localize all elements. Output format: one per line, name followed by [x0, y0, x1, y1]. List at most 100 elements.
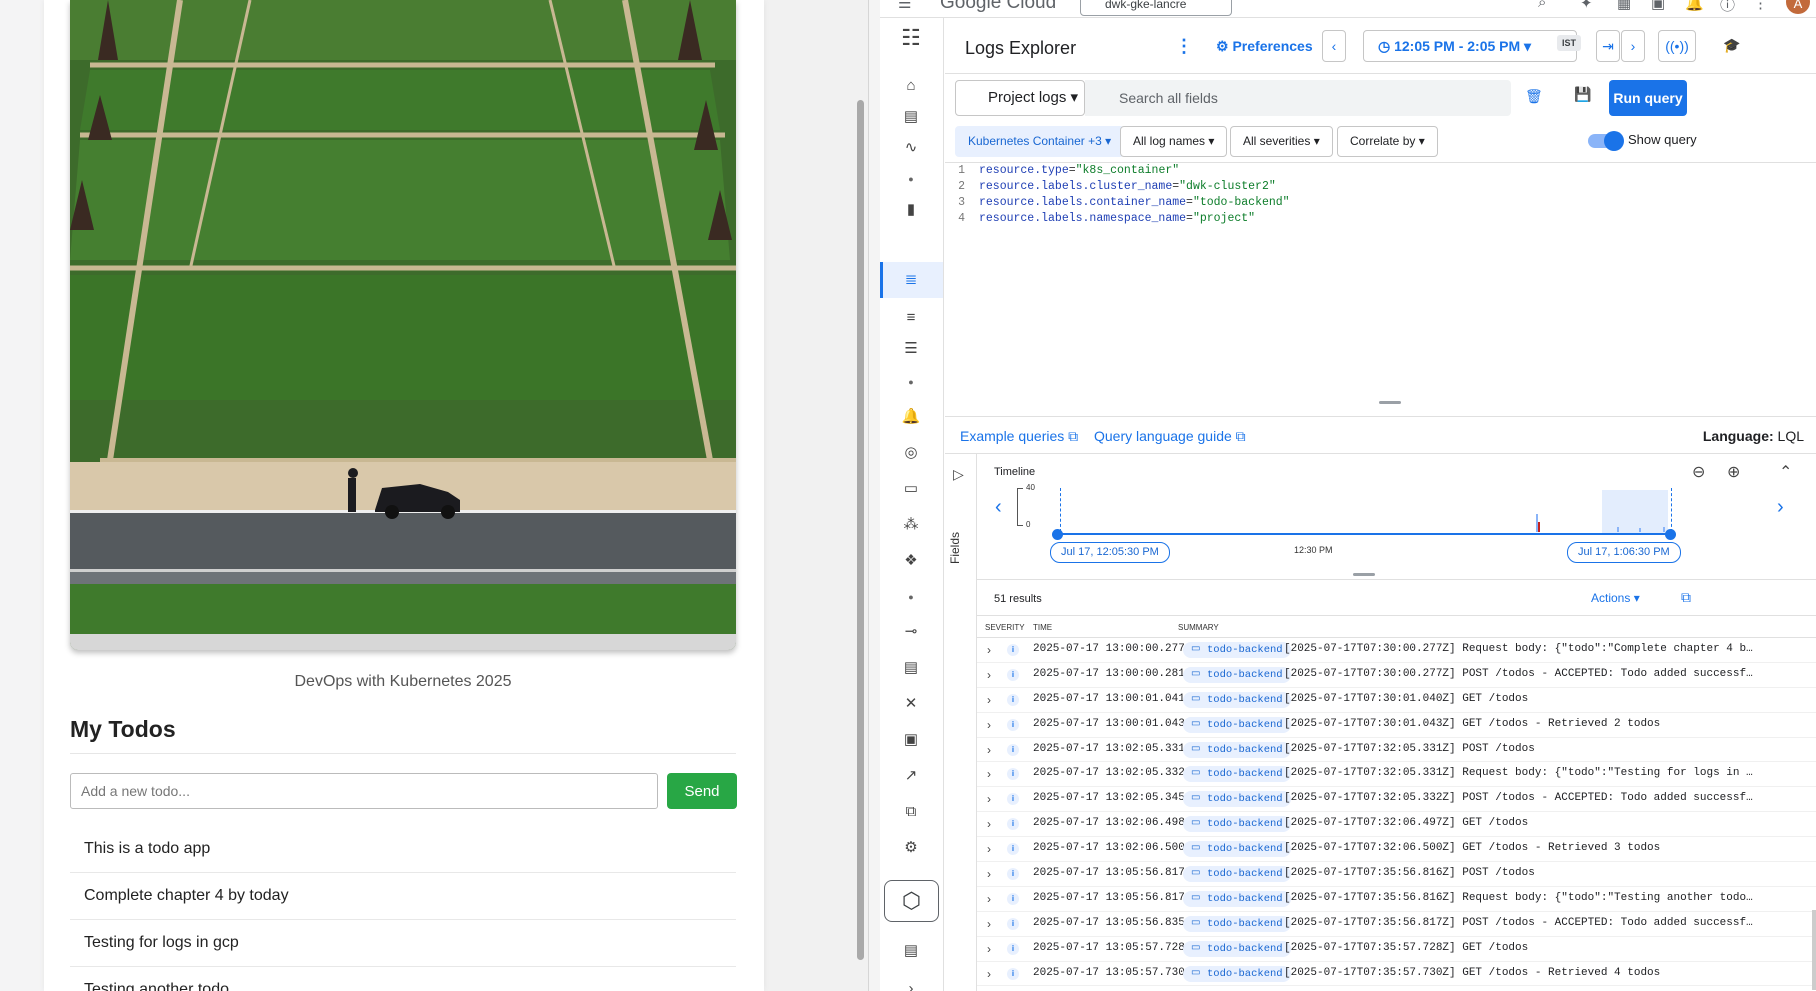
log-row[interactable]: › i 2025-07-17 13:00:01.043todo-backend[20…	[977, 713, 1816, 738]
account-avatar[interactable]: A	[1786, 0, 1810, 14]
expand-row-icon[interactable]: ›	[987, 693, 991, 707]
expand-row-icon[interactable]: ›	[987, 842, 991, 856]
notes-icon[interactable]: ▣	[896, 726, 926, 754]
collapse-timeline-icon[interactable]: ⌃	[1779, 462, 1792, 482]
toggle-switch[interactable]	[1588, 130, 1624, 151]
menu-icon[interactable]: ☰	[898, 0, 911, 12]
log-analytics-icon[interactable]: ≡	[896, 304, 926, 332]
alerting-icon[interactable]: 🔔	[896, 403, 926, 431]
expand-panel-icon[interactable]: ▷	[953, 466, 964, 483]
correlate-by-chip[interactable]: Correlate by ▾	[1337, 126, 1438, 157]
log-row[interactable]: › i 2025-07-17 13:00:00.277todo-backend[20…	[977, 638, 1816, 663]
log-row[interactable]: › i 2025-07-17 13:05:56.817todo-backend[20…	[977, 862, 1816, 887]
topology-icon[interactable]: ⁂	[896, 511, 926, 539]
expand-row-icon[interactable]: ›	[987, 792, 991, 806]
expand-row-icon[interactable]: ›	[987, 892, 991, 906]
new-todo-input[interactable]	[70, 773, 658, 809]
resource-chip[interactable]: todo-backend	[1183, 791, 1291, 808]
severity-column-header[interactable]: SEVERITY	[985, 623, 1025, 632]
log-row[interactable]: › i 2025-07-17 13:00:00.281todo-backend[20…	[977, 663, 1816, 688]
log-row[interactable]: › i 2025-07-17 13:02:05.332todo-backend[20…	[977, 762, 1816, 788]
notifications-icon[interactable]: 🔔	[1685, 0, 1704, 12]
time-column-header[interactable]: TIME	[1033, 623, 1052, 632]
expand-row-icon[interactable]: ›	[987, 967, 991, 981]
settings-icon[interactable]: ⚙	[896, 834, 926, 862]
editor-resize-handle[interactable]	[1379, 401, 1401, 404]
log-row[interactable]: › i 2025-07-17 13:02:06.498todo-backend[20…	[977, 812, 1816, 838]
log-names-filter-chip[interactable]: All log names ▾	[1120, 126, 1228, 157]
resource-chip[interactable]: todo-backend	[1183, 841, 1291, 858]
expand-row-icon[interactable]: ›	[987, 743, 991, 757]
timeline-next-icon[interactable]: ›	[1777, 496, 1784, 519]
clear-query-icon[interactable]: 🗑	[1525, 88, 1543, 105]
log-row[interactable]: › i 2025-07-17 13:02:05.345todo-backend[20…	[977, 787, 1816, 813]
shuffle-icon[interactable]: ✕	[896, 690, 926, 718]
dashboard-icon[interactable]: ▤	[896, 103, 926, 131]
log-row[interactable]: › i 2025-07-17 13:05:56.835todo-backend[20…	[977, 912, 1816, 937]
terminal-icon[interactable]: ▣	[1651, 0, 1665, 12]
gcp-logo[interactable]: Google Cloud	[940, 0, 1056, 14]
learn-icon[interactable]: 🎓	[1716, 30, 1748, 62]
save-query-icon[interactable]: 💾	[1574, 86, 1591, 103]
resource-chip[interactable]: todo-backend	[1183, 816, 1291, 833]
copy-icon[interactable]: ⧉	[896, 798, 926, 826]
run-query-button[interactable]: Run query	[1609, 80, 1687, 116]
timeline-start-handle[interactable]	[1052, 529, 1063, 540]
report-icon[interactable]: ▤	[896, 654, 926, 682]
expand-row-icon[interactable]: ›	[987, 817, 991, 831]
home-icon[interactable]: ⌂	[896, 72, 926, 100]
resource-chip[interactable]: todo-backend	[1183, 940, 1291, 957]
resource-chip[interactable]: todo-backend	[1183, 691, 1291, 708]
example-queries-link[interactable]: Example queries ⧉	[960, 428, 1078, 445]
log-row[interactable]: › i 2025-07-17 13:05:57.728todo-backend[20…	[977, 937, 1816, 962]
show-query-toggle[interactable]: Show query	[1588, 130, 1697, 151]
uptime-icon[interactable]: ◎	[896, 439, 926, 467]
collapse-icon[interactable]: ›	[896, 975, 926, 991]
project-logs-dropdown[interactable]: Project logs ▾	[955, 80, 1085, 116]
log-list-icon[interactable]: ☰	[896, 335, 926, 363]
resource-chip[interactable]: todo-backend	[1183, 741, 1291, 758]
metrics-icon[interactable]: ∿	[896, 134, 926, 162]
resource-filter-chip[interactable]: Kubernetes Container +3 ▾	[955, 126, 1125, 157]
resource-chip[interactable]: todo-backend	[1183, 766, 1291, 783]
log-row[interactable]: › i 2025-07-17 13:00:01.041todo-backend[20…	[977, 688, 1816, 713]
timeline-end-handle[interactable]	[1665, 529, 1676, 540]
resource-chip[interactable]: todo-backend	[1183, 666, 1291, 683]
fields-panel-tab[interactable]: ▷ Fields	[945, 454, 977, 991]
expand-row-icon[interactable]: ›	[987, 643, 991, 657]
log-row[interactable]: › i 2025-07-17 13:02:06.500todo-backend[20…	[977, 837, 1816, 863]
search-all-fields-input[interactable]: Search all fields	[1085, 80, 1511, 116]
jump-to-now-button[interactable]: ⇥	[1596, 30, 1620, 62]
timeline-prev-icon[interactable]: ‹	[995, 496, 1002, 519]
query-editor[interactable]: 1 resource.type="k8s_container" 2 resource…	[945, 162, 1816, 410]
log-row[interactable]: › i 2025-07-17 13:02:05.331todo-backend[20…	[977, 738, 1816, 763]
router-icon[interactable]: ⊸	[896, 618, 926, 646]
severities-filter-chip[interactable]: All severities ▾	[1230, 126, 1333, 157]
expand-row-icon[interactable]: ›	[987, 767, 991, 781]
resource-chip[interactable]: todo-backend	[1183, 642, 1291, 658]
timeline-end-label[interactable]: Jul 17, 1:06:30 PM	[1567, 542, 1681, 563]
search-icon[interactable]: ⌕	[1538, 0, 1546, 11]
expand-row-icon[interactable]: ›	[987, 718, 991, 732]
expand-row-icon[interactable]: ›	[987, 867, 991, 881]
time-range-picker[interactable]: ◷ 12:05 PM - 2:05 PM ▾	[1363, 30, 1577, 62]
log-row[interactable]: › i 2025-07-17 13:05:57.730todo-backend[20…	[977, 962, 1816, 987]
monitor-icon[interactable]: ▭	[896, 475, 926, 503]
more-vert-icon[interactable]: ⋮	[1753, 0, 1768, 12]
open-in-new-panel-icon[interactable]: ⧉	[1681, 589, 1691, 606]
bar-chart-icon[interactable]: ▮	[896, 196, 926, 224]
timeline-resize-handle[interactable]	[1353, 573, 1375, 576]
send-button[interactable]: Send	[667, 773, 737, 809]
actions-dropdown[interactable]: Actions ▾	[1591, 591, 1640, 605]
expand-row-icon[interactable]: ›	[987, 917, 991, 931]
release-notes-icon[interactable]: ▤	[896, 937, 926, 965]
stream-logs-button[interactable]: ((•))	[1658, 30, 1696, 62]
time-forward-button[interactable]: ›	[1621, 30, 1645, 62]
groups-icon[interactable]: ❖	[896, 547, 926, 575]
cloud-shell-icon[interactable]: ▦	[1617, 0, 1631, 12]
resource-chip[interactable]: todo-backend	[1183, 716, 1291, 733]
left-scrollbar[interactable]	[852, 0, 868, 991]
query-language-guide-link[interactable]: Query language guide ⧉	[1094, 428, 1246, 445]
explore-apps-button[interactable]: ⬡	[884, 880, 939, 922]
left-scrollbar-thumb[interactable]	[857, 100, 864, 960]
